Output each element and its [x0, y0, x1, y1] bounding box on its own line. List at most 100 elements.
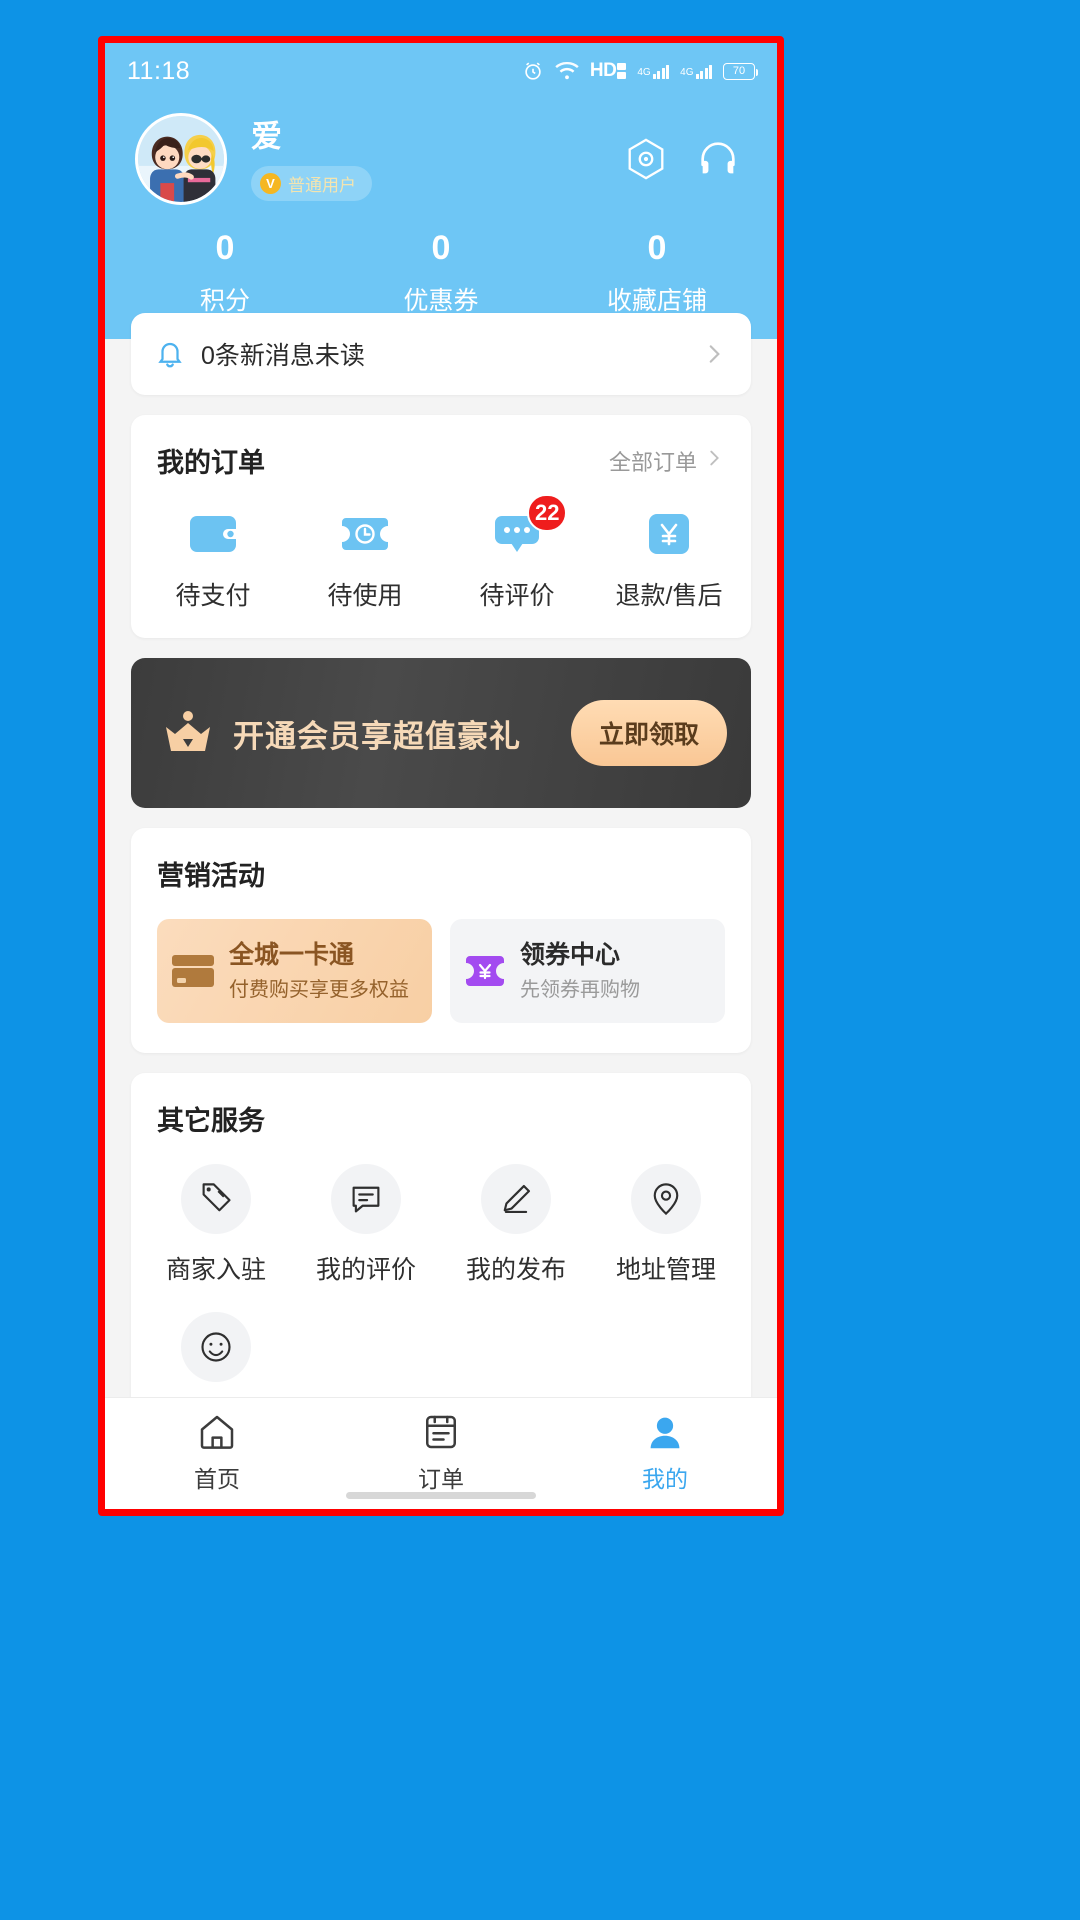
promo-subtitle: 付费购买享更多权益	[229, 979, 409, 1001]
bell-icon	[155, 339, 185, 369]
headset-icon[interactable]	[695, 136, 741, 182]
order-status-label: 待评价	[479, 582, 555, 610]
marketing-promos: 全城一卡通 付费购买享更多权益 领券中心 先领券再购物	[131, 897, 751, 1053]
other-services-title: 其它服务	[157, 1106, 265, 1136]
order-status-label: 退款/售后	[615, 582, 723, 610]
phone-viewport: 11:18 HD 4G 4G 70 爱 V 普通用户 0 积分 0 优惠券 0 …	[105, 43, 777, 1509]
promo-city-card[interactable]: 全城一卡通 付费购买享更多权益	[157, 919, 432, 1023]
service-merchant-entry[interactable]: 商家入驻	[141, 1164, 291, 1286]
other-services-header: 其它服务	[131, 1073, 751, 1142]
wallet-icon	[137, 508, 289, 560]
tab-label: 首页	[194, 1466, 240, 1492]
message-bar[interactable]: 0条新消息未读	[131, 313, 751, 395]
order-status-refund[interactable]: 退款/售后	[593, 508, 745, 612]
card-icon	[171, 953, 215, 989]
hd-icon: HD	[590, 60, 627, 82]
crown-icon	[161, 709, 215, 757]
profile-header: 爱 V 普通用户 0 积分 0 优惠券 0 收藏店铺	[105, 99, 777, 339]
order-status-grid: 待支付 待使用 22 待评价 退款/售后	[131, 484, 751, 638]
promo-subtitle: 先领券再购物	[520, 979, 640, 1001]
stat-favorite-shops[interactable]: 0 收藏店铺	[549, 227, 765, 317]
marketing-header: 营销活动	[131, 828, 751, 897]
service-label: 我的发布	[465, 1256, 566, 1284]
person-icon	[553, 1412, 777, 1452]
promo-coupon-center[interactable]: 领券中心 先领券再购物	[450, 919, 725, 1023]
stat-points[interactable]: 0 积分	[117, 227, 333, 317]
home-icon	[105, 1412, 329, 1452]
signal-icon: 4G	[680, 64, 712, 79]
user-level-badge[interactable]: V 普通用户	[251, 166, 372, 201]
stat-value: 0	[215, 229, 235, 267]
service-label: 地址管理	[615, 1256, 716, 1284]
refund-yuan-icon	[593, 508, 745, 560]
wifi-icon	[555, 61, 579, 81]
order-badge-count: 22	[527, 494, 568, 532]
vip-badge-icon: V	[260, 173, 281, 194]
scan-icon[interactable]	[623, 136, 669, 182]
orders-card: 我的订单 全部订单 待支付 待使用 22 待评价 退款/售后	[131, 415, 751, 638]
face-smile-icon	[181, 1312, 251, 1382]
vip-claim-button[interactable]: 立即领取	[570, 700, 727, 766]
bottom-tab-bar: 首页 订单 我的	[105, 1397, 777, 1509]
stat-value: 0	[647, 229, 667, 267]
orders-title: 我的订单	[157, 448, 265, 478]
order-status-to-review[interactable]: 22 待评价	[441, 494, 593, 612]
promo-text: 领券中心 先领券再购物	[520, 939, 640, 1003]
stat-label: 积分	[199, 287, 250, 315]
vip-banner[interactable]: 开通会员享超值豪礼 立即领取	[131, 658, 751, 808]
service-label: 商家入驻	[165, 1256, 266, 1284]
user-level-label: 普通用户	[288, 176, 356, 195]
all-orders-link[interactable]: 全部订单	[609, 445, 725, 477]
marketing-title: 营销活动	[157, 861, 265, 891]
order-status-to-pay[interactable]: 待支付	[137, 508, 289, 612]
profile-row: 爱 V 普通用户	[105, 99, 777, 205]
stat-coupons[interactable]: 0 优惠券	[333, 227, 549, 317]
message-text: 0条新消息未读	[201, 342, 365, 370]
tab-label: 订单	[418, 1466, 464, 1492]
comment-lines-icon	[331, 1164, 401, 1234]
promo-text: 全城一卡通 付费购买享更多权益	[229, 939, 409, 1003]
status-bar-clock: 11:18	[127, 56, 191, 85]
other-services-grid: 商家入驻 我的评价 我的发布 地址管理	[131, 1142, 751, 1428]
pencil-icon	[481, 1164, 551, 1234]
service-label: 我的评价	[315, 1256, 416, 1284]
service-address-manage[interactable]: 地址管理	[591, 1164, 741, 1286]
coupon-icon	[464, 953, 506, 989]
order-list-icon	[329, 1412, 553, 1452]
chevron-right-icon	[703, 447, 725, 475]
chevron-right-icon	[701, 341, 727, 367]
order-status-label: 待使用	[327, 582, 403, 610]
promo-title: 领券中心	[520, 941, 621, 969]
profile-info: 爱 V 普通用户	[251, 117, 623, 201]
comment-icon: 22	[441, 494, 593, 560]
alarm-icon	[522, 60, 544, 82]
tags-icon	[181, 1164, 251, 1234]
vip-banner-text: 开通会员享超值豪礼	[233, 718, 521, 754]
order-status-label: 待支付	[175, 582, 251, 610]
stat-label: 收藏店铺	[606, 287, 707, 315]
screen-background: 11:18 HD 4G 4G 70 爱 V 普通用户 0 积分 0 优惠券 0 …	[0, 0, 1080, 1920]
service-feedback[interactable]	[141, 1312, 291, 1398]
avatar[interactable]	[135, 113, 227, 205]
stat-label: 优惠券	[403, 287, 479, 315]
tab-profile[interactable]: 我的	[553, 1412, 777, 1494]
service-my-posts[interactable]: 我的发布	[441, 1164, 591, 1286]
tab-home[interactable]: 首页	[105, 1412, 329, 1494]
tab-orders[interactable]: 订单	[329, 1412, 553, 1494]
header-actions	[623, 136, 747, 182]
marketing-card: 营销活动 全城一卡通 付费购买享更多权益 领券中心 先领券再购物	[131, 828, 751, 1053]
order-status-to-use[interactable]: 待使用	[289, 508, 441, 612]
battery-icon: 70	[723, 62, 758, 80]
username: 爱	[251, 119, 282, 154]
ticket-clock-icon	[289, 508, 441, 560]
service-my-reviews[interactable]: 我的评价	[291, 1164, 441, 1286]
status-bar-icons: HD 4G 4G 70	[522, 60, 758, 82]
tab-label: 我的	[642, 1466, 688, 1492]
promo-title: 全城一卡通	[229, 941, 355, 969]
other-services-card: 其它服务 商家入驻 我的评价 我的发布 地址管理	[131, 1073, 751, 1428]
location-pin-icon	[631, 1164, 701, 1234]
home-indicator	[346, 1492, 536, 1499]
stat-value: 0	[431, 229, 451, 267]
all-orders-label: 全部订单	[608, 449, 697, 475]
stats-row: 0 积分 0 优惠券 0 收藏店铺	[105, 205, 777, 321]
